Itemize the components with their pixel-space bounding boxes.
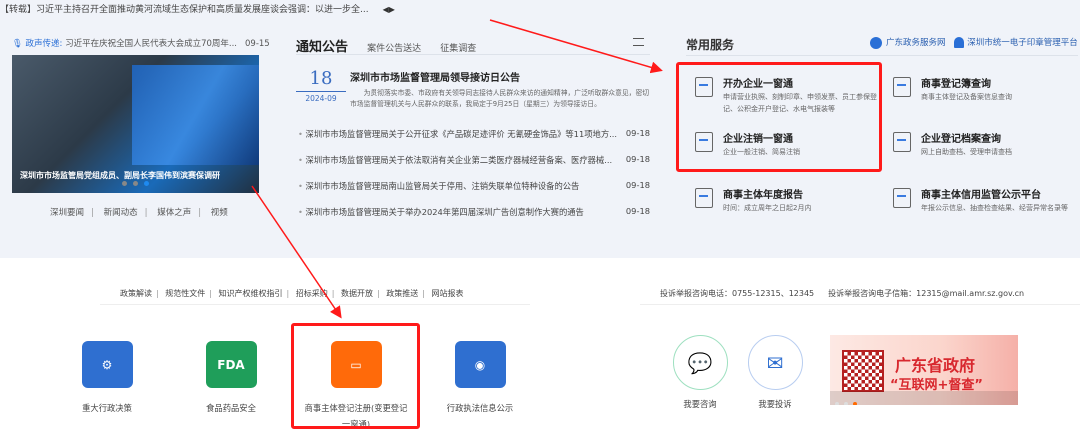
banner-dot-active[interactable] <box>853 402 857 405</box>
clipboard-icon <box>893 188 911 208</box>
news-ticker[interactable]: 【转载】习近平主持召开全面推动黄河流域生态保护和高质量发展座谈会强调：以进一步全… <box>0 2 395 15</box>
voice-headline[interactable]: 🎙 政声传递: 习近平在庆祝全国人民代表大会成立70周年... 09-15 <box>12 37 270 49</box>
microphone-icon: 🎙 <box>12 39 23 49</box>
banner-dot[interactable] <box>835 402 839 405</box>
people-gear-icon: ⚙ <box>81 341 133 388</box>
highlight-box <box>291 323 420 429</box>
tab-notice[interactable]: 通知公告 <box>296 40 348 55</box>
highlight-box <box>676 62 882 172</box>
footer-link[interactable]: 规范性文件 <box>165 289 205 298</box>
tile-food-drug-safety[interactable]: FDA 食品药品安全 <box>176 341 286 416</box>
featured-notice-text: 为贯彻落实市委、市政府有关领导同志接待人民群众来访的通知精神，广泛听取群众意见，… <box>350 89 650 108</box>
carousel-image <box>132 65 259 165</box>
report-icon <box>695 188 713 208</box>
carousel-dot-active[interactable] <box>144 181 149 186</box>
badge-icon: ◉ <box>454 341 506 388</box>
news-link[interactable]: 视频 <box>211 208 228 218</box>
footer-link[interactable]: 知识产权维权指引 <box>219 289 283 298</box>
inbox-document-icon <box>893 132 911 152</box>
news-link[interactable]: 新闻动态 <box>104 208 138 218</box>
notice-list: 深圳市市场监督管理局关于公开征求《产品碳足迹评价 无氰硬金饰品》等11项地方..… <box>298 128 650 232</box>
divider <box>686 55 1078 56</box>
ticker-arrows-icon[interactable]: ◀▶ <box>383 5 395 14</box>
footer-link[interactable]: 政策推送 <box>386 289 418 298</box>
document-search-icon <box>893 77 911 97</box>
services-title: 常用服务 <box>686 38 735 52</box>
divider <box>296 54 650 55</box>
link-seal-platform[interactable]: 深圳市统一电子印章管理平台 <box>967 38 1078 48</box>
carousel-dot[interactable] <box>133 181 138 186</box>
seal-user-icon <box>954 37 965 48</box>
services-links: 广东政务服务网 深圳市统一电子印章管理平台 <box>870 36 1078 49</box>
gd-gov-logo-icon <box>870 36 882 49</box>
image-carousel[interactable]: 深圳市市场监管局党组成员、副局长李国伟到滨赛保调研 <box>12 55 259 193</box>
supervision-banner[interactable]: 广东省政府 “互联网+督查” <box>830 335 1018 405</box>
news-links: 深圳要闻 | 新闻动态 | 媒体之声 | 视频 <box>50 208 228 218</box>
tile-enforcement-info[interactable]: ◉ 行政执法信息公示 <box>425 341 535 416</box>
footer-link[interactable]: 网站报表 <box>432 289 464 298</box>
carousel-dot[interactable] <box>122 181 127 186</box>
news-link[interactable]: 深圳要闻 <box>50 208 84 218</box>
complain-button[interactable]: ✉ 我要投诉 <box>720 335 830 410</box>
news-link[interactable]: 媒体之声 <box>157 208 191 218</box>
complaint-info: 投诉举报咨询电话：0755-12315、12345 投诉举报咨询电子信箱：1231… <box>660 289 1025 298</box>
tab-case-notice[interactable]: 案件公告送达 <box>367 44 421 54</box>
tab-survey[interactable]: 征集调查 <box>440 44 476 54</box>
list-item[interactable]: 深圳市市场监督管理局关于公开征求《产品碳足迹评价 无氰硬金饰品》等11项地方..… <box>298 128 650 154</box>
qr-code-icon <box>842 350 884 392</box>
footer-link[interactable]: 招标采购 <box>296 289 328 298</box>
envelope-pen-icon: ✉ <box>747 335 803 390</box>
fda-icon: FDA <box>205 341 257 388</box>
divider <box>640 304 1080 305</box>
banner-dot[interactable] <box>844 402 848 405</box>
divider <box>100 304 530 305</box>
link-gd-gov[interactable]: 广东政务服务网 <box>886 38 946 48</box>
notice-header: 通知公告 案件公告送达 征集调查 <box>296 36 476 55</box>
more-menu-icon[interactable] <box>633 38 644 46</box>
tile-major-decisions[interactable]: ⚙ 重大行政决策 <box>52 341 162 416</box>
footer-link[interactable]: 数据开放 <box>341 289 373 298</box>
list-item[interactable]: 深圳市市场监督管理局关于举办2024年第四届深圳广告创意制作大赛的通告09-18 <box>298 206 650 232</box>
featured-date: 18 2024-09 <box>296 68 346 103</box>
list-item[interactable]: 深圳市市场监督管理局南山监管局关于停用、注销失联单位特种设备的公告09-18 <box>298 180 650 206</box>
list-item[interactable]: 深圳市市场监督管理局关于依法取消有关企业第二类医疗器械经营备案、医疗器械...0… <box>298 154 650 180</box>
footer-link[interactable]: 政策解读 <box>120 289 152 298</box>
featured-notice-title[interactable]: 深圳市市场监督管理局领导接访日公告 <box>350 69 520 84</box>
footer-links: 政策解读 | 规范性文件 | 知识产权维权指引 | 招标采购 | 数据开放 | 政策推送 |… <box>120 289 464 298</box>
